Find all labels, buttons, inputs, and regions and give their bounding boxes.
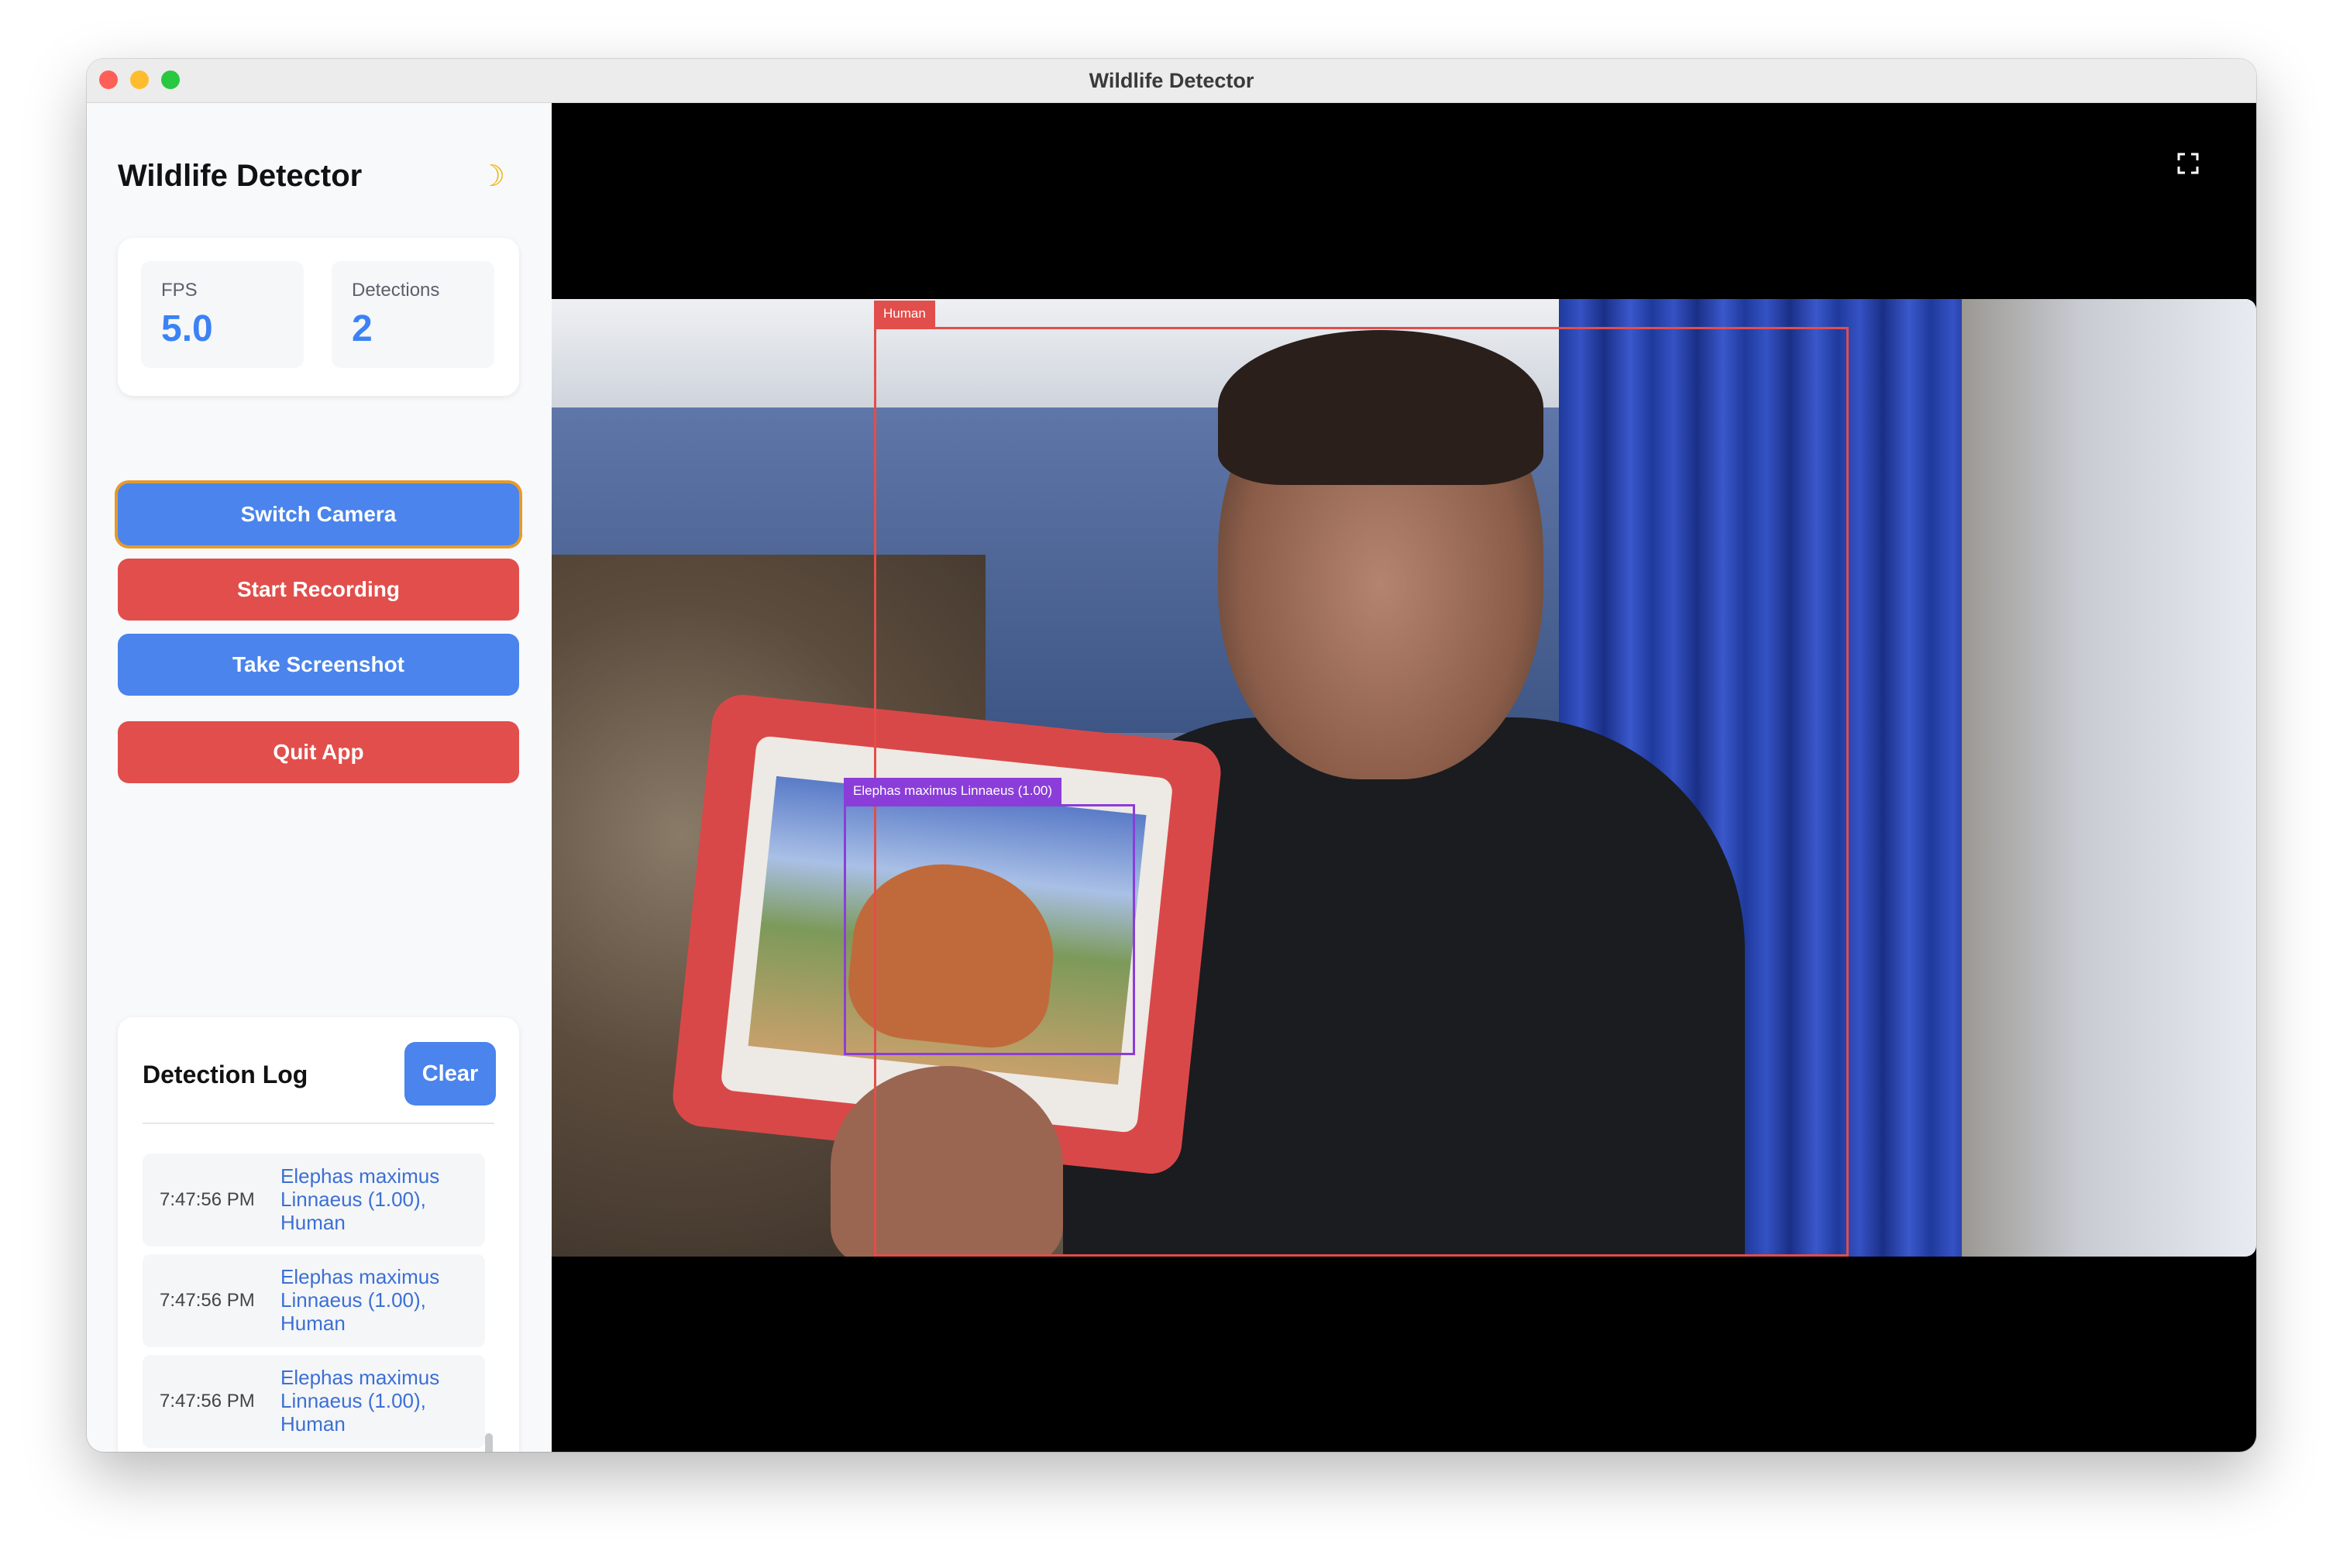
quit-app-button[interactable]: Quit App	[118, 721, 519, 783]
moon-icon[interactable]: ☽	[473, 157, 511, 196]
camera-frame: Human Elephas maximus Linnaeus (1.00)	[552, 299, 2256, 1257]
fps-label: FPS	[161, 280, 198, 301]
clear-log-button[interactable]: Clear	[404, 1042, 496, 1106]
human-detection-label: Human	[874, 301, 935, 327]
log-entry: 7:47:56 PM Elephas maximus Linnaeus (1.0…	[143, 1154, 485, 1246]
window-title: Wildlife Detector	[1089, 69, 1254, 92]
take-screenshot-button[interactable]: Take Screenshot	[118, 634, 519, 696]
app-title: Wildlife Detector	[118, 159, 363, 193]
log-timestamp: 7:47:56 PM	[160, 1290, 255, 1311]
fps-value: 5.0	[161, 308, 213, 349]
switch-camera-button[interactable]: Switch Camera	[118, 483, 519, 545]
start-recording-button[interactable]: Start Recording	[118, 559, 519, 621]
fps-stat: FPS 5.0	[141, 261, 304, 368]
elephant-bounding-box	[844, 804, 1135, 1055]
divider	[143, 1123, 494, 1124]
log-timestamp: 7:47:56 PM	[160, 1391, 255, 1412]
title-bar: Wildlife Detector	[87, 59, 2256, 103]
log-scrollbar[interactable]	[485, 1433, 493, 1452]
detections-stat: Detections 2	[332, 261, 494, 368]
log-detections: Elephas maximus Linnaeus (1.00), Human	[280, 1366, 440, 1436]
fullscreen-icon[interactable]	[2174, 150, 2202, 177]
stats-card: FPS 5.0 Detections 2	[118, 238, 519, 396]
elephant-detection-label: Elephas maximus Linnaeus (1.00)	[844, 778, 1062, 804]
detections-value: 2	[352, 308, 373, 349]
detection-log-title: Detection Log	[143, 1061, 308, 1088]
log-entry: 7:47:56 PM Elephas maximus Linnaeus (1.0…	[143, 1355, 485, 1448]
app-window: Wildlife Detector Wildlife Detector ☽ FP…	[87, 59, 2256, 1452]
log-detections: Elephas maximus Linnaeus (1.00), Human	[280, 1265, 440, 1335]
detection-log-panel: Detection Log Clear 7:47:56 PM Elephas m…	[118, 1017, 519, 1452]
log-detections: Elephas maximus Linnaeus (1.00), Human	[280, 1164, 440, 1234]
sidebar: Wildlife Detector ☽ FPS 5.0 Detections 2…	[87, 103, 552, 1452]
video-feed-area: Human Elephas maximus Linnaeus (1.00)	[552, 103, 2256, 1452]
detections-label: Detections	[352, 280, 440, 301]
log-entry: 7:47:56 PM Elephas maximus Linnaeus (1.0…	[143, 1254, 485, 1347]
detection-log-list[interactable]: 7:47:56 PM Elephas maximus Linnaeus (1.0…	[143, 1154, 485, 1452]
log-timestamp: 7:47:56 PM	[160, 1189, 255, 1210]
